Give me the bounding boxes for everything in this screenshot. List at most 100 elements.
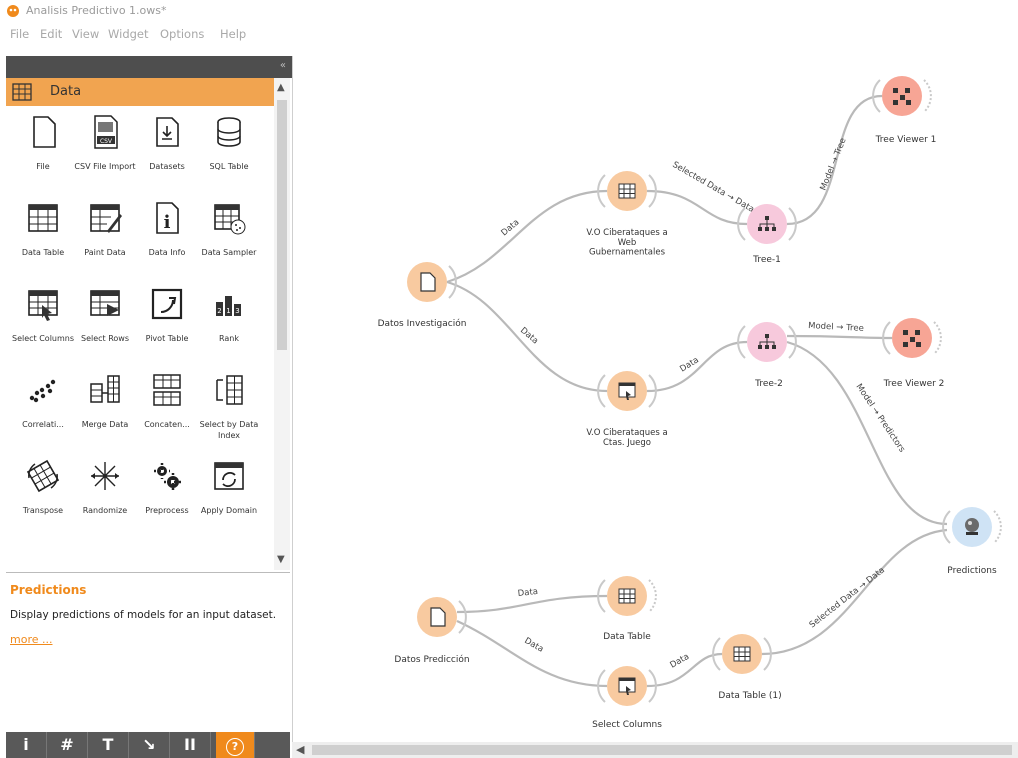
node-tree-viewer-2[interactable]: Tree Viewer 2 <box>882 318 945 389</box>
scroll-down-icon[interactable]: ▼ <box>277 554 285 565</box>
widget-randomize[interactable]: Randomize <box>74 458 136 544</box>
pause-button[interactable]: II <box>170 732 211 758</box>
widget-sql-table[interactable]: SQL Table <box>198 114 260 200</box>
vertical-scrollbar[interactable]: ▲ ▼ <box>274 78 290 570</box>
link-label-11: Selected Data → Data <box>808 565 887 630</box>
link-label-6: Model → Tree <box>808 321 864 334</box>
menu-widget[interactable]: Widget <box>108 27 149 41</box>
widget-label: Merge Data <box>81 420 129 429</box>
widget-label: Select Rows <box>80 334 130 343</box>
select-columns-icon <box>618 382 636 400</box>
widget-label: Data Info <box>148 248 186 257</box>
widget-apply-domain[interactable]: Apply Domain <box>198 458 260 544</box>
csv-icon: CSV <box>94 115 118 149</box>
horizontal-scrollbar[interactable]: ◀ <box>292 742 1018 758</box>
scroll-up-icon[interactable]: ▲ <box>277 82 285 93</box>
link-label-3: Selected Data → Data <box>671 160 756 215</box>
link-juego-tree2 <box>646 340 748 393</box>
node-vo-juego[interactable]: V.O Ciberataques a Ctas. Juego <box>586 371 668 448</box>
widget-select-by-data-index[interactable]: Select by Data Index <box>198 372 260 458</box>
node-label-datos-investigacion: Datos Investigación <box>378 318 467 329</box>
node-tree-2[interactable]: Tree-2 <box>737 322 797 389</box>
node-label-tree-1: Tree-1 <box>752 255 781 265</box>
widget-label: Select Columns <box>11 334 75 343</box>
window-title: Analisis Predictivo 1.ows* <box>26 4 167 17</box>
scroll-left-icon[interactable]: ◀ <box>296 743 304 756</box>
collapse-icon[interactable]: « <box>280 60 286 71</box>
menu-view[interactable]: View <box>72 27 99 41</box>
widget-rank[interactable]: 2 1 3 Rank <box>198 286 260 372</box>
link-label-1: Data <box>500 218 522 239</box>
grid-button[interactable]: # <box>47 732 88 758</box>
correlations-icon <box>29 379 56 403</box>
node-tree-viewer-1[interactable]: Tree Viewer 1 <box>872 76 936 145</box>
widget-label: Datasets <box>149 162 185 171</box>
widget-label: Concaten... <box>144 420 190 429</box>
preprocess-icon <box>154 463 182 491</box>
select-rows-icon <box>90 290 120 316</box>
node-label-data-table: Data Table <box>603 632 651 642</box>
node-tree-1[interactable]: Tree-1 <box>737 204 797 265</box>
node-label-tree-2: Tree-2 <box>754 379 783 389</box>
menu-options[interactable]: Options <box>160 27 204 41</box>
transpose-icon <box>26 459 60 493</box>
widget-paint-data[interactable]: Paint Data <box>74 200 136 286</box>
widget-file[interactable]: File <box>12 114 74 200</box>
apply-domain-icon <box>214 462 244 490</box>
widget-merge-data[interactable]: Merge Data <box>74 372 136 458</box>
node-vo-web[interactable]: V.O Ciberataques a Web Gubernamentales <box>586 171 668 258</box>
node-label-vo-web: V.O Ciberataques a Web Gubernamentales <box>586 228 667 258</box>
widget-label: CSV File Import <box>74 162 136 171</box>
arrow-annotation-button[interactable]: ↘ <box>129 732 170 758</box>
widget-concaten[interactable]: Concaten... <box>136 372 198 458</box>
widget-data-sampler[interactable]: Data Sampler <box>198 200 260 286</box>
widget-csv-file-import[interactable]: CSV CSV File Import <box>74 114 136 200</box>
help-panel: Predictions Display predictions of model… <box>6 572 290 733</box>
toolbox-header: « <box>6 56 292 78</box>
file-icon <box>430 607 446 627</box>
info-button[interactable]: i <box>6 732 47 758</box>
scroll-thumb[interactable] <box>277 100 287 350</box>
node-data-table-1[interactable]: Data Table (1) <box>712 634 782 701</box>
widget-transpose[interactable]: Transpose <box>12 458 74 544</box>
workflow-canvas[interactable]: Data Data Selected Data → Data Model → T… <box>292 46 1018 740</box>
widget-label: SQL Table <box>209 162 249 171</box>
horizontal-scroll-thumb[interactable] <box>312 745 1012 755</box>
pivot-icon <box>151 288 183 320</box>
node-predictions[interactable]: Predictions <box>942 507 1002 576</box>
node-datos-prediccion[interactable]: Datos Predicción <box>394 597 470 665</box>
text-annotation-button[interactable]: T <box>88 732 129 758</box>
svg-text:3: 3 <box>235 307 239 315</box>
menu-file[interactable]: File <box>10 27 29 41</box>
widget-data-table[interactable]: Data Table <box>12 200 74 286</box>
svg-text:CSV: CSV <box>100 138 113 145</box>
category-data-header[interactable]: Data <box>6 78 274 106</box>
link-label-4: Model → Tree <box>819 137 849 192</box>
widget-correlati[interactable]: Correlati... <box>12 372 74 458</box>
svg-text:1: 1 <box>226 307 230 315</box>
link-label-2: Data <box>518 326 540 347</box>
widget-label: Correlati... <box>22 420 64 429</box>
merge-icon <box>90 375 120 403</box>
menu-edit[interactable]: Edit <box>40 27 62 41</box>
widget-data-info[interactable]: i Data Info <box>136 200 198 286</box>
crystal-ball-icon <box>965 518 979 535</box>
menu-help[interactable]: Help <box>220 27 246 41</box>
database-icon <box>217 117 241 147</box>
help-more-link[interactable]: more ... <box>10 633 52 646</box>
help-description: Display predictions of models for an inp… <box>10 609 277 621</box>
node-label-tree-viewer-2: Tree Viewer 2 <box>883 379 945 389</box>
widget-label: Preprocess <box>145 506 189 515</box>
widget-pivot-table[interactable]: Pivot Table <box>136 286 198 372</box>
link-label-8: Data <box>517 587 538 599</box>
widget-preprocess[interactable]: Preprocess <box>136 458 198 544</box>
node-data-table[interactable]: Data Table <box>597 576 657 642</box>
widget-select-columns[interactable]: Select Columns <box>12 286 74 372</box>
node-select-columns[interactable]: Select Columns <box>592 666 662 730</box>
widget-label: Pivot Table <box>145 334 189 343</box>
widget-select-rows[interactable]: Select Rows <box>74 286 136 372</box>
node-datos-investigacion[interactable]: Datos Investigación <box>378 262 467 329</box>
help-button[interactable]: ? <box>216 732 255 758</box>
widget-datasets[interactable]: Datasets <box>136 114 198 200</box>
link-pred-selectcols <box>456 619 608 688</box>
